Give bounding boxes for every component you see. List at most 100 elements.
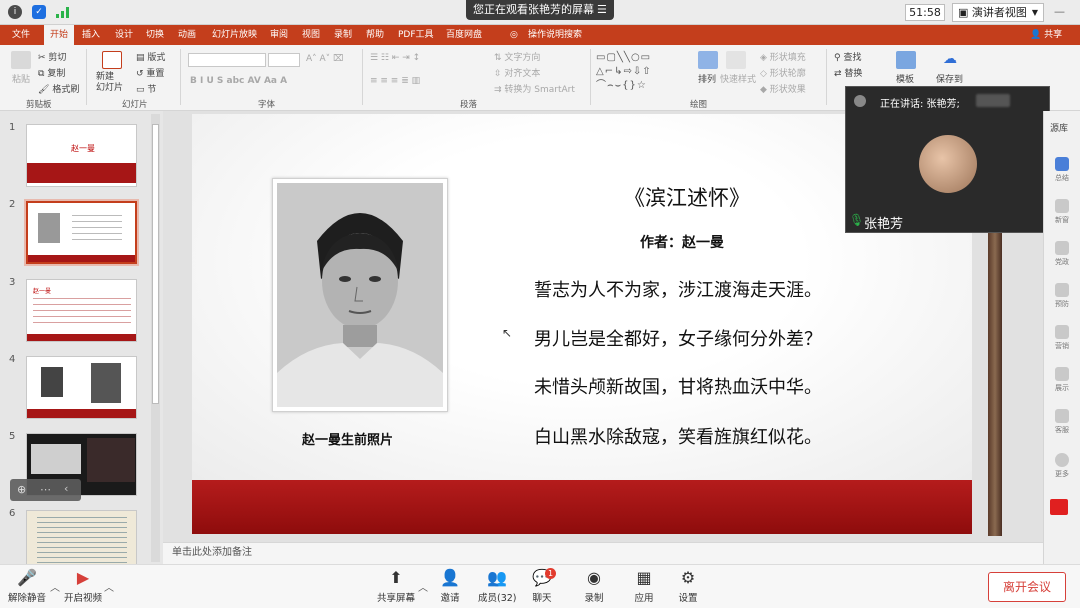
shape-effects-button[interactable]: ◆ 形状效果 [760,82,806,95]
list-buttons[interactable]: ☰ ☷ ⇤ ⇥ ↕ [370,53,420,63]
template-icon[interactable] [896,51,916,69]
tab-view[interactable]: 视图 [302,25,320,45]
panel-item-marketing[interactable]: 营销 [1049,325,1075,351]
share-button[interactable]: 👤 共享 [1030,25,1062,45]
format-painter-label: 格式刷 [52,85,80,95]
panel-item-party[interactable]: 党政 [1049,241,1075,267]
members-button[interactable]: 👥 成员(32) [478,569,517,605]
info-icon[interactable]: i [8,5,22,19]
poem-title: 《滨江述怀》 [624,186,750,210]
section-button[interactable]: ▭ 节 [136,82,156,95]
save-to-label[interactable]: 保存到 [936,72,963,85]
slide-thumbnail-2[interactable] [24,199,139,266]
start-video-button[interactable]: ▶ 开启视频 [64,569,102,605]
red-envelope-icon[interactable] [1050,499,1068,515]
tab-help[interactable]: 帮助 [366,25,384,45]
tab-record[interactable]: 录制 [334,25,352,45]
align-buttons[interactable]: ≡ ≡ ≡ ≣ ▥ [370,76,420,86]
panel-item-new-window[interactable]: 新窗 [1049,199,1075,225]
quick-styles-icon[interactable] [726,51,746,69]
gallery-icon[interactable]: ⊕ [17,483,26,496]
font-name-box[interactable] [188,53,266,67]
ribbon-tab-bar: 文件 开始 插入 设计 切换 动画 幻灯片放映 审阅 视图 录制 帮助 PDF工… [0,25,1080,45]
find-button[interactable]: ⚲ 查找 [834,50,861,63]
panel-item-more[interactable]: 更多 [1049,453,1075,479]
unmute-button[interactable]: 🎤 解除静音 [8,569,46,605]
smartart-button[interactable]: ⇉ 转换为 SmartArt [494,82,575,95]
chevron-up-icon[interactable]: ︿ [104,579,114,594]
blurred-name [976,94,1010,107]
slide-thumbnail-1[interactable]: 赵一曼 [26,124,137,187]
security-shield-icon[interactable]: ✓ [32,5,46,19]
notes-pane[interactable]: 单击此处添加备注 [163,542,1043,564]
resource-panel-header: 源库 [1050,124,1069,134]
quick-styles-label[interactable]: 快速样式 [720,72,756,85]
layout-button[interactable]: ▤ 版式 [136,50,165,63]
chevron-up-icon[interactable]: ︿ [50,579,60,594]
tab-transitions[interactable]: 切换 [146,25,164,45]
shape-fill-button[interactable]: ◈ 形状填充 [760,50,806,63]
panel-item-label: 营销 [1055,342,1069,350]
panel-item-showcase[interactable]: 展示 [1049,367,1075,393]
apps-button[interactable]: ▦ 应用 [634,569,654,605]
thumb-photo [41,367,63,397]
record-button[interactable]: ◉ 录制 [584,569,604,605]
tab-baidu-netdisk[interactable]: 百度网盘 [446,25,482,45]
more-icon[interactable]: ⋯ [40,483,51,496]
poem-line-3: 未惜头颅新故国，甘将热血沃中华。 [534,377,822,398]
align-text-button[interactable]: ⇳ 对齐文本 [494,66,540,79]
leave-meeting-button[interactable]: 离开会议 [988,572,1066,602]
template-label[interactable]: 模板 [896,72,914,85]
new-slide-label[interactable]: 新建 幻灯片 [96,72,123,94]
replace-button[interactable]: ⇄ 替换 [834,66,862,79]
panel-item-label: 更多 [1055,470,1069,478]
text-direction-button[interactable]: ⇅ 文字方向 [494,50,540,63]
tab-pdf-tools[interactable]: PDF工具 [398,25,434,45]
cloud-save-icon[interactable]: ☁ [940,51,960,69]
shape-outline-button[interactable]: ◇ 形状轮廓 [760,66,806,79]
person-icon: 👤 [1030,30,1042,40]
chevron-up-icon[interactable]: ︿ [418,579,428,594]
chevron-left-icon[interactable]: ‹ [64,482,68,495]
tell-me-search[interactable]: 操作说明搜索 [528,25,582,45]
font-size-box[interactable] [268,53,300,67]
reset-label: 重置 [146,69,165,79]
tab-file[interactable]: 文件 [12,25,30,45]
network-signal-icon[interactable] [56,6,70,18]
share-label: 共享 [1044,30,1063,40]
speaker-video-panel[interactable]: 正在讲话: 张艳芳; 🎙 张艳芳 [845,86,1050,233]
slide-thumbnail-3[interactable]: 赵一曼 [26,279,137,342]
minimize-icon[interactable]: — [1054,5,1065,18]
settings-button[interactable]: ⚙ 设置 [678,569,698,605]
new-slide-icon[interactable] [102,51,122,69]
tab-review[interactable]: 审阅 [270,25,288,45]
paste-icon[interactable] [11,51,31,69]
share-screen-button[interactable]: ⬆ 共享屏幕 [377,569,415,605]
cut-button[interactable]: ✂ 剪切 [38,50,66,63]
floating-view-controls[interactable]: ⊕ ⋯ ‹ [10,479,81,501]
tab-animations[interactable]: 动画 [178,25,196,45]
presenter-view-dropdown[interactable]: ▣ 演讲者视图 ▼ [952,3,1044,22]
copy-button[interactable]: ⧉ 复制 [38,66,65,79]
shapes-gallery[interactable]: ▭▢╲╲○▭ △⌐↳⇨⇩⇧ ⌒⌢⌣{}☆ [596,51,684,95]
font-grow-shrink[interactable]: A˄ A˅ ⌧ [306,54,343,64]
thumbnail-scrollbar[interactable] [151,114,160,562]
format-painter-button[interactable]: 🖌 格式刷 [38,82,79,95]
panel-item-service[interactable]: 客服 [1049,409,1075,435]
tab-slideshow[interactable]: 幻灯片放映 [212,25,257,45]
arrange-label[interactable]: 排列 [698,72,716,85]
slide-thumbnail-4[interactable] [26,356,137,419]
drawing-group-label: 绘图 [690,100,708,110]
tab-home[interactable]: 开始 [44,25,75,45]
invite-button[interactable]: 👤 邀请 [440,569,460,605]
meeting-timer: 51:58 [905,4,945,21]
panel-item-summary[interactable]: 总结 [1049,157,1075,183]
arrange-icon[interactable] [698,51,718,69]
reset-button[interactable]: ↺ 重置 [136,66,164,79]
tab-insert[interactable]: 插入 [82,25,100,45]
font-format-buttons[interactable]: B I U S abc AV Aa A [190,76,287,86]
tab-design[interactable]: 设计 [115,25,133,45]
menu-icon[interactable]: ☰ [597,0,607,20]
panel-item-prevention[interactable]: 预防 [1049,283,1075,309]
scrollbar-thumb[interactable] [152,124,159,404]
